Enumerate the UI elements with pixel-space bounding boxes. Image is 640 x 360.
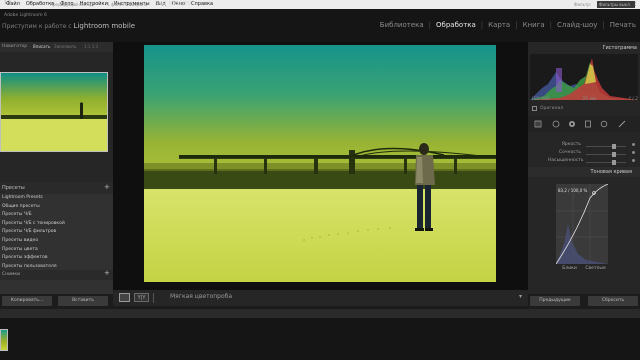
zoom-fit-button[interactable]: Вписать	[33, 44, 50, 49]
add-preset-button[interactable]: +	[104, 183, 110, 191]
original-label: Оригинал	[540, 106, 564, 111]
reset-button[interactable]: Сбросить	[588, 296, 638, 306]
mobile-name: Lightroom mobile	[73, 22, 136, 30]
filmstrip	[0, 318, 640, 360]
filmstrip-thumbnail[interactable]	[0, 329, 8, 351]
curve-region-highlights: Блики	[562, 266, 577, 271]
tone-curve-graph[interactable]	[556, 184, 608, 264]
slider-knob[interactable]	[612, 159, 616, 165]
aperture-value: f / 2	[629, 97, 638, 102]
curve-region-lights: Светлые	[585, 266, 606, 271]
slider-track[interactable]	[586, 154, 626, 155]
slider-label: Яркость	[561, 142, 581, 147]
tone-curve-axis: Блики Светлые	[558, 266, 610, 271]
preset-folder[interactable]: Пресеты Ч/Б с тонировкой	[0, 220, 113, 229]
photo-count: 1 фото / 1 выбрано	[107, 1, 148, 7]
snapshots-title: Снимки	[2, 272, 21, 277]
module-develop[interactable]: Обработка	[436, 21, 476, 29]
histogram-title: Гистограмма	[602, 45, 638, 51]
app-name: Adobe Lightroom 6	[4, 13, 47, 18]
menu-bar: Файл Обработка Фото Настройки Инструмент…	[0, 0, 640, 9]
slider-reset-dot[interactable]	[632, 159, 635, 162]
lightroom-window: Файл Обработка Фото Настройки Инструмент…	[0, 0, 640, 360]
filter-dropdown[interactable]: Фильтры выкл	[597, 1, 635, 8]
preset-folder[interactable]: Пресеты Ч/Б	[0, 211, 113, 220]
tone-curve-readout: 83,2 / 100,0 %	[558, 188, 588, 193]
compare-view-icon[interactable]: Y|Y	[134, 293, 149, 302]
tone-curve-plot	[556, 184, 608, 264]
original-checkbox[interactable]	[532, 106, 537, 111]
filter-label: Фильтр:	[574, 1, 592, 7]
left-panel: Навигатор Вписать Заполнить 1:1 1:3 Прес…	[0, 42, 113, 310]
tone-curve-title: Тоновая кривая	[590, 169, 632, 175]
slider-clarity[interactable]: Яркость	[528, 142, 640, 150]
loupe-view-icon[interactable]	[119, 293, 130, 302]
left-panel-footer: Копировать... Вставить	[0, 294, 113, 309]
image-canvas	[113, 42, 528, 290]
module-map[interactable]: Карта	[488, 21, 510, 29]
slider-label: Сочность	[559, 150, 581, 155]
preset-folder[interactable]: Пресеты эффектов	[0, 254, 113, 263]
tool-strip	[528, 116, 640, 132]
histogram-plot	[530, 58, 638, 100]
preset-folder[interactable]: Lightroom Presets	[0, 194, 113, 203]
slider-reset-dot[interactable]	[632, 151, 635, 154]
crop-grid-icon[interactable]	[534, 120, 542, 128]
develop-toolbar: Y|Y Мягкая цветопроба ▾	[113, 290, 528, 306]
photo-image	[144, 45, 496, 282]
preset-folder[interactable]: Общие пресеты	[0, 203, 113, 212]
soft-proofing-label[interactable]: Мягкая цветопроба	[170, 293, 232, 300]
zoom-ratio-buttons[interactable]: 1:1 1:3	[84, 44, 98, 49]
slider-label: Насыщенность	[548, 158, 584, 163]
preset-list: Lightroom Presets Общие пресеты Пресеты …	[0, 194, 113, 310]
preset-folder[interactable]: Пресеты Ч/Б фильтров	[0, 228, 113, 237]
add-snapshot-button[interactable]: +	[104, 269, 110, 277]
paste-settings-button[interactable]: Вставить	[58, 296, 108, 306]
module-library[interactable]: Библиотека	[380, 21, 424, 29]
source-label[interactable]: Предыдущий импорт	[50, 2, 95, 7]
previous-settings-button[interactable]: Предыдущие	[530, 296, 580, 306]
iso-value: ISO 400	[532, 97, 550, 102]
right-panel-footer: Предыдущие Сбросить	[528, 294, 640, 309]
mobile-prefix: Приступим к работе с	[2, 23, 72, 30]
adjustment-brush-icon[interactable]	[618, 120, 626, 128]
filmstrip-bar	[0, 309, 640, 318]
copy-settings-button[interactable]: Копировать...	[2, 296, 52, 306]
secondary-display-buttons[interactable]: 1 2	[4, 1, 11, 6]
slider-knob[interactable]	[612, 143, 616, 149]
red-eye-icon[interactable]	[568, 120, 576, 128]
histogram-graph[interactable]	[530, 54, 638, 100]
navigator-preview[interactable]	[0, 72, 108, 152]
toolbar-divider	[153, 293, 154, 303]
graduated-filter-icon[interactable]	[584, 120, 592, 128]
presets-title: Пресеты	[2, 185, 25, 191]
module-picker: Библиотека | Обработка | Карта | Книга |…	[379, 21, 636, 29]
radial-filter-icon[interactable]	[600, 120, 608, 128]
slider-saturation[interactable]: Насыщенность	[528, 158, 640, 166]
zoom-fill-button[interactable]: Заполнить	[54, 44, 77, 49]
original-photo-toggle[interactable]: Оригинал	[532, 106, 563, 111]
menu-help[interactable]: Справка	[191, 0, 213, 9]
module-print[interactable]: Печать	[610, 21, 636, 29]
right-panel: Гистограмма ISO 400 21 мм f / 2 Оригинал	[528, 42, 640, 309]
module-slideshow[interactable]: Слайд-шоу	[557, 21, 597, 29]
histogram-exif: ISO 400 21 мм f / 2	[532, 97, 638, 102]
preset-folder[interactable]: Пресеты цвета	[0, 246, 113, 255]
module-book[interactable]: Книга	[523, 21, 545, 29]
slider-reset-dot[interactable]	[632, 143, 635, 146]
toolbar-menu-chevron-icon[interactable]: ▾	[519, 293, 522, 300]
slider-vibrance[interactable]: Сочность	[528, 150, 640, 158]
slider-track[interactable]	[586, 162, 626, 163]
preset-folder[interactable]: Пресеты видео	[0, 237, 113, 246]
focal-length: 21 мм	[582, 97, 597, 102]
current-filename[interactable]: /IMG_6303.JPG	[155, 1, 192, 7]
slider-knob[interactable]	[612, 151, 616, 157]
develop-photo[interactable]	[144, 45, 496, 282]
mobile-promo[interactable]: Приступим к работе с Lightroom mobile	[2, 22, 135, 30]
navigator-title: Навигатор	[2, 44, 28, 49]
navigator-thumbnail	[1, 73, 107, 151]
spot-removal-icon[interactable]	[552, 120, 560, 128]
slider-track[interactable]	[586, 146, 626, 147]
